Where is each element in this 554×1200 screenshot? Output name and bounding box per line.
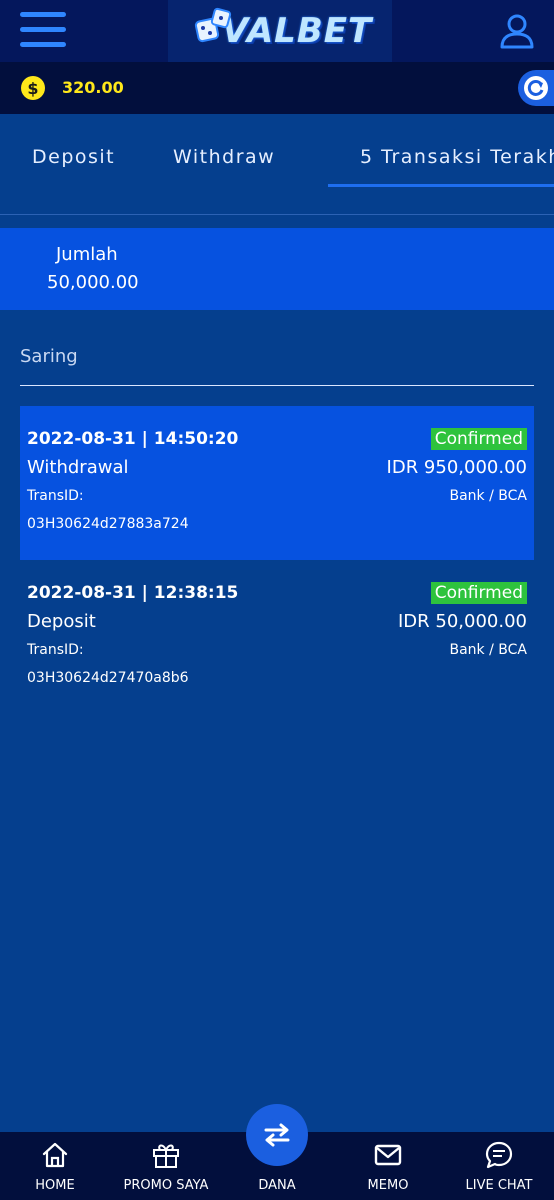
transaction-amount: IDR 950,000.00: [386, 457, 527, 478]
mail-icon: [374, 1144, 402, 1166]
coin-icon: $: [21, 76, 45, 100]
dana-fab-button[interactable]: [246, 1104, 308, 1166]
transaction-row[interactable]: 2022-08-31 | 12:38:15 Confirmed Deposit …: [20, 560, 534, 714]
tab-recent-transactions[interactable]: 5 Transaksi Terakhir: [360, 146, 554, 168]
nav-live-chat-label: LIVE CHAT: [465, 1178, 533, 1193]
nav-promo[interactable]: PROMO SAYA: [111, 1132, 221, 1200]
status-badge: Confirmed: [430, 582, 527, 604]
nav-promo-label: PROMO SAYA: [123, 1178, 209, 1193]
dice-icon: [194, 7, 232, 43]
nav-home-label: HOME: [35, 1178, 75, 1193]
transaction-type: Deposit: [27, 611, 96, 632]
transactions-page: VALBET $ 320.00 Deposit Withdraw 5 Trans…: [0, 0, 554, 1200]
transaction-type: Withdrawal: [27, 457, 129, 478]
transaction-amount: IDR 50,000.00: [397, 611, 527, 632]
transfer-icon: [264, 1123, 290, 1147]
active-tab-indicator: [328, 184, 554, 187]
transid-value: 03H30624d27883a724: [27, 516, 189, 532]
nav-memo-label: MEMO: [367, 1178, 409, 1193]
tab-withdraw[interactable]: Withdraw: [173, 146, 275, 168]
balance-bar: $ 320.00: [0, 62, 554, 114]
chat-icon: [485, 1141, 513, 1169]
brand-logo[interactable]: VALBET: [168, 0, 392, 62]
payment-method: Bank / BCA: [449, 488, 528, 504]
nav-home[interactable]: HOME: [0, 1132, 110, 1200]
transaction-datetime: 2022-08-31 | 14:50:20: [27, 429, 239, 449]
amount-value: 50,000.00: [47, 272, 139, 293]
brand-logo-text: VALBET: [221, 11, 373, 51]
home-icon: [42, 1142, 68, 1168]
refresh-balance-button[interactable]: [518, 70, 554, 106]
user-profile-icon[interactable]: [498, 12, 536, 50]
filter-input[interactable]: Saring: [20, 346, 78, 367]
transaction-datetime: 2022-08-31 | 12:38:15: [27, 583, 239, 603]
menu-icon[interactable]: [20, 12, 66, 48]
balance-amount: 320.00: [62, 78, 124, 97]
tabs-divider: [0, 214, 554, 215]
filter-underline: [20, 385, 534, 386]
transid-label: TransID:: [27, 488, 84, 504]
transid-label: TransID:: [27, 642, 84, 658]
nav-live-chat[interactable]: LIVE CHAT: [444, 1132, 554, 1200]
nav-memo[interactable]: MEMO: [333, 1132, 443, 1200]
transaction-row[interactable]: 2022-08-31 | 14:50:20 Confirmed Withdraw…: [20, 406, 534, 560]
transid-value: 03H30624d27470a8b6: [27, 670, 189, 686]
gift-icon: [153, 1144, 179, 1168]
payment-method: Bank / BCA: [449, 642, 528, 658]
status-badge: Confirmed: [430, 428, 527, 450]
app-header: VALBET: [0, 0, 554, 62]
nav-dana-label: DANA: [258, 1178, 296, 1193]
tab-deposit[interactable]: Deposit: [32, 146, 115, 168]
refresh-icon: [524, 76, 548, 100]
amount-summary: Jumlah 50,000.00: [0, 228, 554, 310]
svg-text:$: $: [27, 79, 38, 98]
transaction-tabs: Deposit Withdraw 5 Transaksi Terakhir: [0, 114, 554, 216]
amount-label: Jumlah: [56, 244, 118, 265]
